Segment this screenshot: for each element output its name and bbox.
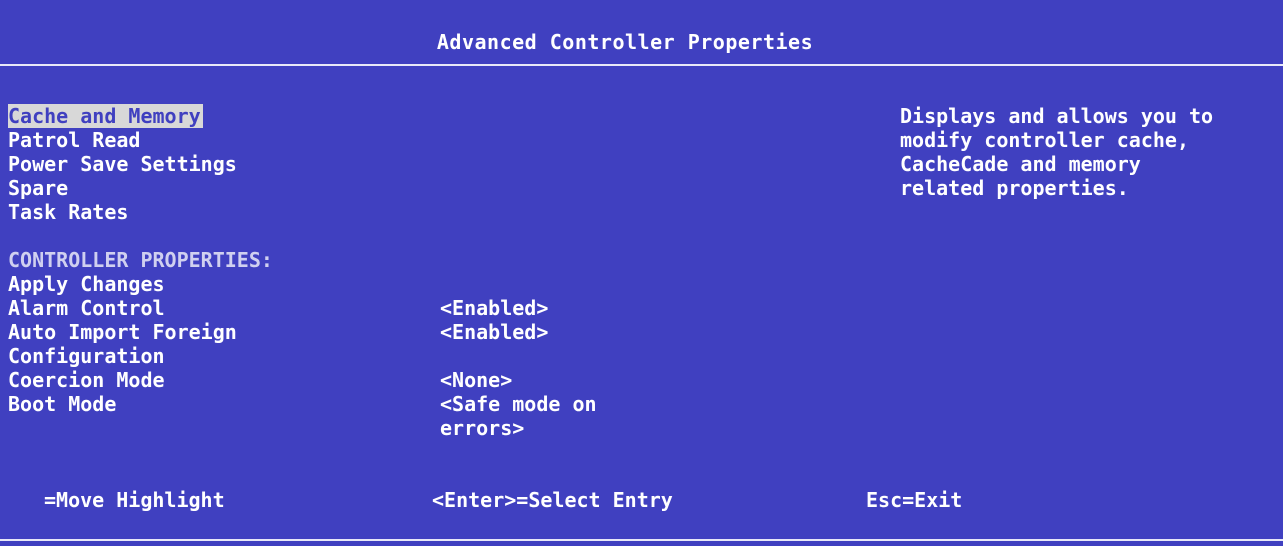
menu-item-spare[interactable]: Spare [8, 176, 68, 200]
menu-item-cache-and-memory[interactable]: Cache and Memory [8, 104, 203, 128]
footer-select-hint: <Enter>=Select Entry [432, 488, 673, 512]
controller-properties-heading: CONTROLLER PROPERTIES: [8, 248, 273, 272]
prop-value-coercion-mode[interactable]: <None> [440, 368, 680, 392]
menu-item-task-rates[interactable]: Task Rates [8, 200, 128, 224]
prop-value-alarm-control[interactable]: <Enabled> [440, 296, 680, 320]
prop-label-apply-changes[interactable]: Apply Changes [8, 272, 165, 296]
prop-label-auto-import-foreign: Auto Import Foreign [8, 320, 237, 344]
bottom-divider [0, 539, 1283, 541]
footer-move-hint: =Move Highlight [44, 488, 225, 512]
prop-value-boot-mode[interactable]: <Safe mode on errors> [440, 392, 680, 440]
prop-label-coercion-mode: Coercion Mode [8, 368, 165, 392]
bios-screen: Advanced Controller Properties Cache and… [0, 0, 1283, 546]
footer-hints: =Move Highlight <Enter>=Select Entry Esc… [0, 488, 1283, 514]
footer-exit-hint: Esc=Exit [866, 488, 963, 512]
prop-value-auto-import-foreign[interactable]: <Enabled> [440, 320, 680, 344]
prop-label-configuration[interactable]: Configuration [8, 344, 165, 368]
help-text: Displays and allows you to modify contro… [900, 104, 1214, 200]
top-divider [0, 64, 1283, 66]
prop-label-boot-mode: Boot Mode [8, 392, 117, 416]
menu-item-power-save-settings[interactable]: Power Save Settings [8, 152, 237, 176]
prop-label-alarm-control: Alarm Control [8, 296, 165, 320]
page-title: Advanced Controller Properties [436, 30, 814, 54]
menu-list: Cache and Memory Patrol Read Power Save … [8, 104, 428, 224]
menu-item-patrol-read[interactable]: Patrol Read [8, 128, 140, 152]
